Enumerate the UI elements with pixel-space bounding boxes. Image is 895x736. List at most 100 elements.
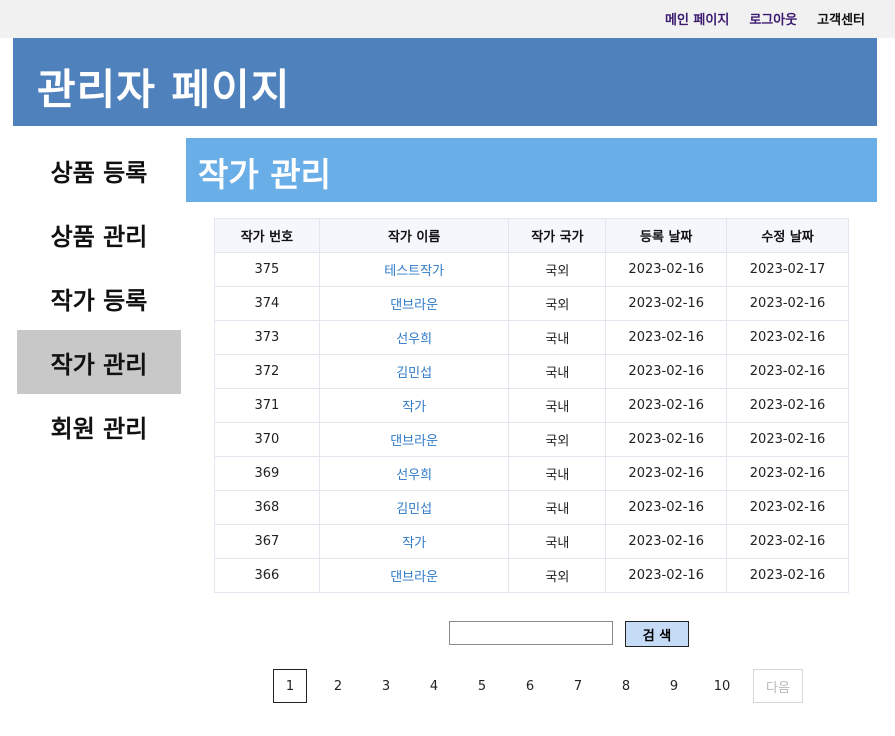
table-row: 372 김민섭 국내 2023-02-16 2023-02-16 (214, 354, 849, 389)
sidebar-item-member-manage[interactable]: 회원 관리 (17, 394, 181, 458)
sidebar: 상품 등록 상품 관리 작가 등록 작가 관리 회원 관리 (17, 138, 181, 458)
page-8-button[interactable]: 8 (609, 669, 643, 703)
sidebar-item-author-register[interactable]: 작가 등록 (17, 266, 181, 330)
cell-author-name: 작가 (318, 524, 510, 559)
cell-registered-date: 2023-02-16 (605, 320, 728, 355)
cell-author-id: 371 (214, 388, 320, 423)
column-header-author-country: 작가 국가 (508, 218, 607, 253)
cell-modified-date: 2023-02-16 (726, 490, 849, 525)
cell-modified-date: 2023-02-16 (726, 558, 849, 593)
table-row: 369 선우희 국내 2023-02-16 2023-02-16 (214, 456, 849, 491)
cell-registered-date: 2023-02-16 (605, 252, 728, 287)
admin-header: 관리자 페이지 (13, 38, 877, 126)
cell-author-id: 369 (214, 456, 320, 491)
table-row: 371 작가 국내 2023-02-16 2023-02-16 (214, 388, 849, 423)
cell-author-id: 368 (214, 490, 320, 525)
column-header-modified-date: 수정 날짜 (726, 218, 849, 253)
cell-author-country: 국내 (508, 456, 607, 491)
page-3-button[interactable]: 3 (369, 669, 403, 703)
sidebar-item-author-manage[interactable]: 작가 관리 (17, 330, 181, 394)
cell-author-name: 김민섭 (318, 490, 510, 525)
author-table-body: 375 테스트작가 국외 2023-02-16 2023-02-17 374 댄브라운 국외 2… (214, 252, 849, 593)
cell-author-name: 김민섭 (318, 354, 510, 389)
section-header: 작가 관리 (186, 138, 877, 202)
cell-author-country: 국내 (508, 524, 607, 559)
search-bar: 검 색 (449, 621, 689, 647)
cell-author-name: 댄브라운 (318, 558, 510, 593)
author-name-link[interactable]: 김민섭 (396, 366, 432, 381)
author-name-link[interactable]: 댄브라운 (390, 570, 438, 585)
table-header-row: 작가 번호 작가 이름 작가 국가 등록 날짜 수정 날짜 (214, 218, 849, 253)
author-name-link[interactable]: 선우희 (396, 332, 432, 347)
cell-registered-date: 2023-02-16 (605, 456, 728, 491)
cell-author-name: 댄브라운 (318, 422, 510, 457)
cell-author-country: 국외 (508, 422, 607, 457)
page-title: 관리자 페이지 (37, 65, 291, 114)
page-10-button[interactable]: 10 (705, 669, 739, 703)
author-name-link[interactable]: 작가 (402, 536, 426, 551)
cell-modified-date: 2023-02-17 (726, 252, 849, 287)
support-link[interactable]: 고객센터 (817, 9, 865, 28)
page-4-button[interactable]: 4 (417, 669, 451, 703)
cell-modified-date: 2023-02-16 (726, 388, 849, 423)
page-2-button[interactable]: 2 (321, 669, 355, 703)
cell-author-id: 373 (214, 320, 320, 355)
cell-author-id: 374 (214, 286, 320, 321)
table-row: 370 댄브라운 국외 2023-02-16 2023-02-16 (214, 422, 849, 457)
cell-modified-date: 2023-02-16 (726, 286, 849, 321)
sidebar-item-product-register[interactable]: 상품 등록 (17, 138, 181, 202)
cell-modified-date: 2023-02-16 (726, 354, 849, 389)
table-row: 368 김민섭 국내 2023-02-16 2023-02-16 (214, 490, 849, 525)
cell-registered-date: 2023-02-16 (605, 524, 728, 559)
author-name-link[interactable]: 댄브라운 (390, 298, 438, 313)
author-name-link[interactable]: 선우희 (396, 468, 432, 483)
author-table: 작가 번호 작가 이름 작가 국가 등록 날짜 수정 날짜 375 테스트작가 국외… (214, 218, 849, 593)
cell-modified-date: 2023-02-16 (726, 422, 849, 457)
cell-author-country: 국외 (508, 286, 607, 321)
search-button[interactable]: 검 색 (625, 621, 689, 647)
cell-author-id: 375 (214, 252, 320, 287)
table-row: 367 작가 국내 2023-02-16 2023-02-16 (214, 524, 849, 559)
column-header-registered-date: 등록 날짜 (605, 218, 728, 253)
search-input[interactable] (449, 621, 613, 645)
page-1-button[interactable]: 1 (273, 669, 307, 703)
cell-author-id: 372 (214, 354, 320, 389)
cell-registered-date: 2023-02-16 (605, 286, 728, 321)
cell-author-name: 작가 (318, 388, 510, 423)
table-row: 374 댄브라운 국외 2023-02-16 2023-02-16 (214, 286, 849, 321)
cell-registered-date: 2023-02-16 (605, 354, 728, 389)
cell-author-name: 테스트작가 (318, 252, 510, 287)
author-name-link[interactable]: 댄브라운 (390, 434, 438, 449)
page-6-button[interactable]: 6 (513, 669, 547, 703)
author-name-link[interactable]: 김민섭 (396, 502, 432, 517)
top-bar: 메인 페이지 로그아웃 고객센터 (0, 0, 895, 38)
cell-author-id: 367 (214, 524, 320, 559)
cell-registered-date: 2023-02-16 (605, 490, 728, 525)
top-nav: 메인 페이지 로그아웃 고객센터 (665, 9, 865, 28)
table-row: 375 테스트작가 국외 2023-02-16 2023-02-17 (214, 252, 849, 287)
author-name-link[interactable]: 작가 (402, 400, 426, 415)
cell-author-name: 선우희 (318, 456, 510, 491)
cell-author-country: 국외 (508, 252, 607, 287)
cell-author-name: 댄브라운 (318, 286, 510, 321)
main-page-link[interactable]: 메인 페이지 (665, 9, 729, 28)
cell-modified-date: 2023-02-16 (726, 456, 849, 491)
page-9-button[interactable]: 9 (657, 669, 691, 703)
next-page-button[interactable]: 다음 (753, 669, 803, 703)
section-title: 작가 관리 (198, 155, 331, 194)
cell-author-country: 국외 (508, 558, 607, 593)
author-name-link[interactable]: 테스트작가 (384, 264, 444, 279)
page-5-button[interactable]: 5 (465, 669, 499, 703)
cell-author-country: 국내 (508, 388, 607, 423)
sidebar-item-product-manage[interactable]: 상품 관리 (17, 202, 181, 266)
column-header-author-id: 작가 번호 (214, 218, 320, 253)
cell-author-name: 선우희 (318, 320, 510, 355)
cell-registered-date: 2023-02-16 (605, 558, 728, 593)
cell-registered-date: 2023-02-16 (605, 422, 728, 457)
cell-author-id: 366 (214, 558, 320, 593)
logout-link[interactable]: 로그아웃 (749, 9, 797, 28)
column-header-author-name: 작가 이름 (318, 218, 510, 253)
page-7-button[interactable]: 7 (561, 669, 595, 703)
table-row: 373 선우희 국내 2023-02-16 2023-02-16 (214, 320, 849, 355)
cell-modified-date: 2023-02-16 (726, 524, 849, 559)
